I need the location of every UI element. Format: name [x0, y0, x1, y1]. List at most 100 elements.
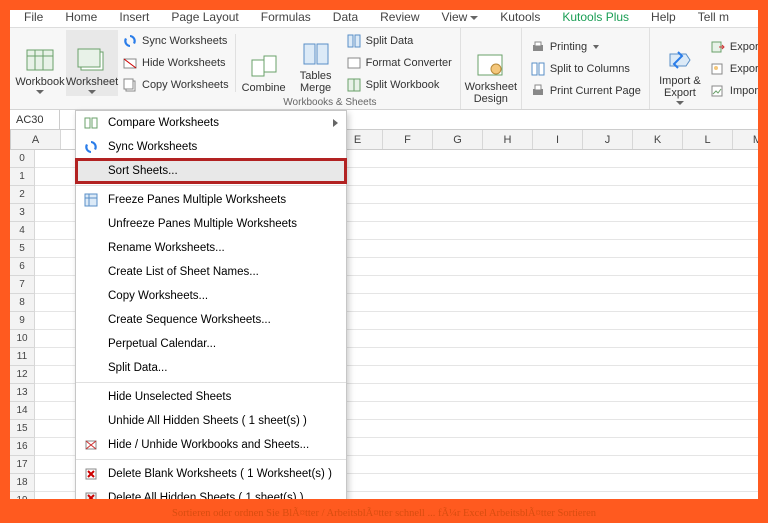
- row-6[interactable]: 6: [10, 258, 34, 276]
- worksheet-button[interactable]: Worksheet: [66, 30, 118, 96]
- col-F[interactable]: F: [383, 130, 433, 149]
- menu-item-hide-unhide-workbooks-and-sheets[interactable]: Hide / Unhide Workbooks and Sheets...: [76, 433, 346, 457]
- blank-icon: [82, 163, 100, 179]
- menu-item-delete-all-hidden-sheets-1-sheet-s[interactable]: Delete All Hidden Sheets ( 1 sheet(s) ): [76, 486, 346, 499]
- worksheet-label: Worksheet: [66, 76, 118, 88]
- sync-worksheets-button[interactable]: Sync Worksheets: [122, 31, 229, 51]
- blank-icon: [82, 240, 100, 256]
- row-2[interactable]: 2: [10, 186, 34, 204]
- caption-text: Sortieren oder ordnen Sie BlÃ¤tter / Arb…: [0, 508, 768, 519]
- row-5[interactable]: 5: [10, 240, 34, 258]
- import-export-button[interactable]: Import & Export: [654, 30, 706, 107]
- col-H[interactable]: H: [483, 130, 533, 149]
- split-workbook-button[interactable]: Split Workbook: [346, 75, 452, 95]
- menu-item-delete-blank-worksheets-1-worksheet-s[interactable]: Delete Blank Worksheets ( 1 Worksheet(s)…: [76, 462, 346, 486]
- tab-file[interactable]: File: [20, 10, 47, 24]
- menu-item-label: Create Sequence Worksheets...: [108, 314, 338, 326]
- row-4[interactable]: 4: [10, 222, 34, 240]
- row-19[interactable]: 19: [10, 492, 34, 499]
- row-16[interactable]: 16: [10, 438, 34, 456]
- printing-button[interactable]: Printing: [530, 37, 641, 57]
- row-18[interactable]: 18: [10, 474, 34, 492]
- group-design: Worksheet Design: [461, 28, 522, 109]
- tab-insert[interactable]: Insert: [115, 10, 153, 24]
- split-to-columns-button[interactable]: Split to Columns: [530, 59, 641, 79]
- worksheet-design-button[interactable]: Worksheet Design: [465, 30, 517, 107]
- row-13[interactable]: 13: [10, 384, 34, 402]
- menu-item-label: Split Data...: [108, 362, 338, 374]
- menu-item-split-data[interactable]: Split Data...: [76, 356, 346, 380]
- tab-kutools[interactable]: Kutools: [496, 10, 544, 24]
- hideunhide-icon: [82, 437, 100, 453]
- chevron-down-icon: [593, 45, 599, 49]
- menu-item-sort-sheets[interactable]: Sort Sheets...: [76, 159, 346, 183]
- row-1[interactable]: 1: [10, 168, 34, 186]
- col-A[interactable]: A: [11, 130, 61, 149]
- row-7[interactable]: 7: [10, 276, 34, 294]
- copy-label: Copy Worksheets: [142, 79, 229, 91]
- export-range-button[interactable]: Export Range: [710, 37, 758, 57]
- format-converter-button[interactable]: Format Converter: [346, 53, 452, 73]
- row-0[interactable]: 0: [10, 150, 34, 168]
- row-17[interactable]: 17: [10, 456, 34, 474]
- row-10[interactable]: 10: [10, 330, 34, 348]
- menu-item-copy-worksheets[interactable]: Copy Worksheets...: [76, 284, 346, 308]
- app-window: File Home Insert Page Layout Formulas Da…: [10, 10, 758, 499]
- menu-item-sync-worksheets[interactable]: Sync Worksheets: [76, 135, 346, 159]
- combine-label: Combine: [242, 82, 286, 94]
- tab-kutools-plus[interactable]: Kutools Plus: [558, 10, 633, 24]
- deleteblank-icon: [82, 466, 100, 482]
- split-workbook-icon: [346, 77, 362, 93]
- name-box[interactable]: AC30: [10, 110, 60, 129]
- row-11[interactable]: 11: [10, 348, 34, 366]
- tab-formulas[interactable]: Formulas: [257, 10, 315, 24]
- menu-item-freeze-panes-multiple-worksheets[interactable]: Freeze Panes Multiple Worksheets: [76, 188, 346, 212]
- copy-icon: [122, 77, 138, 93]
- tab-home[interactable]: Home: [61, 10, 101, 24]
- ribbon: Workbook Worksheet Sync Worksheets Hide …: [10, 28, 758, 110]
- blank-icon: [82, 312, 100, 328]
- compare-icon: [82, 115, 100, 131]
- tab-review[interactable]: Review: [376, 10, 423, 24]
- menu-item-label: Copy Worksheets...: [108, 290, 338, 302]
- menu-item-create-sequence-worksheets[interactable]: Create Sequence Worksheets...: [76, 308, 346, 332]
- tab-view[interactable]: View: [438, 10, 483, 24]
- col-I[interactable]: I: [533, 130, 583, 149]
- export-range-label: Export Range: [730, 41, 758, 53]
- hide-worksheets-button[interactable]: Hide Worksheets: [122, 53, 229, 73]
- col-J[interactable]: J: [583, 130, 633, 149]
- menu-item-perpetual-calendar[interactable]: Perpetual Calendar...: [76, 332, 346, 356]
- row-8[interactable]: 8: [10, 294, 34, 312]
- group-label-workbooks: Workbooks & Sheets: [204, 96, 456, 109]
- row-9[interactable]: 9: [10, 312, 34, 330]
- combine-button[interactable]: Combine: [238, 30, 290, 96]
- tables-merge-button[interactable]: Tables Merge: [290, 30, 342, 96]
- split-data-button[interactable]: Split Data: [346, 31, 452, 51]
- copy-worksheets-button[interactable]: Copy Worksheets: [122, 75, 229, 95]
- menu-item-create-list-of-sheet-names[interactable]: Create List of Sheet Names...: [76, 260, 346, 284]
- menu-item-unhide-all-hidden-sheets-1-sheet-s[interactable]: Unhide All Hidden Sheets ( 1 sheet(s) ): [76, 409, 346, 433]
- menu-item-unfreeze-panes-multiple-worksheets[interactable]: Unfreeze Panes Multiple Worksheets: [76, 212, 346, 236]
- split-data-icon: [346, 33, 362, 49]
- menu-item-hide-unselected-sheets[interactable]: Hide Unselected Sheets: [76, 385, 346, 409]
- tab-tell-me[interactable]: Tell m: [694, 10, 733, 24]
- row-12[interactable]: 12: [10, 366, 34, 384]
- row-3[interactable]: 3: [10, 204, 34, 222]
- import-pictures-button[interactable]: Import Pictures: [710, 81, 758, 101]
- tab-data[interactable]: Data: [329, 10, 362, 24]
- tab-help[interactable]: Help: [647, 10, 680, 24]
- print-current-page-button[interactable]: Print Current Page: [530, 81, 641, 101]
- col-M[interactable]: M: [733, 130, 758, 149]
- workbook-button[interactable]: Workbook: [14, 30, 66, 96]
- row-14[interactable]: 14: [10, 402, 34, 420]
- col-L[interactable]: L: [683, 130, 733, 149]
- tables-merge-label: Tables Merge: [300, 70, 332, 94]
- col-G[interactable]: G: [433, 130, 483, 149]
- col-K[interactable]: K: [633, 130, 683, 149]
- menu-item-label: Perpetual Calendar...: [108, 338, 338, 350]
- menu-item-compare-worksheets[interactable]: Compare Worksheets: [76, 111, 346, 135]
- export-graphics-button[interactable]: Export Graphics: [710, 59, 758, 79]
- menu-item-rename-worksheets[interactable]: Rename Worksheets...: [76, 236, 346, 260]
- row-15[interactable]: 15: [10, 420, 34, 438]
- tab-page-layout[interactable]: Page Layout: [167, 10, 242, 24]
